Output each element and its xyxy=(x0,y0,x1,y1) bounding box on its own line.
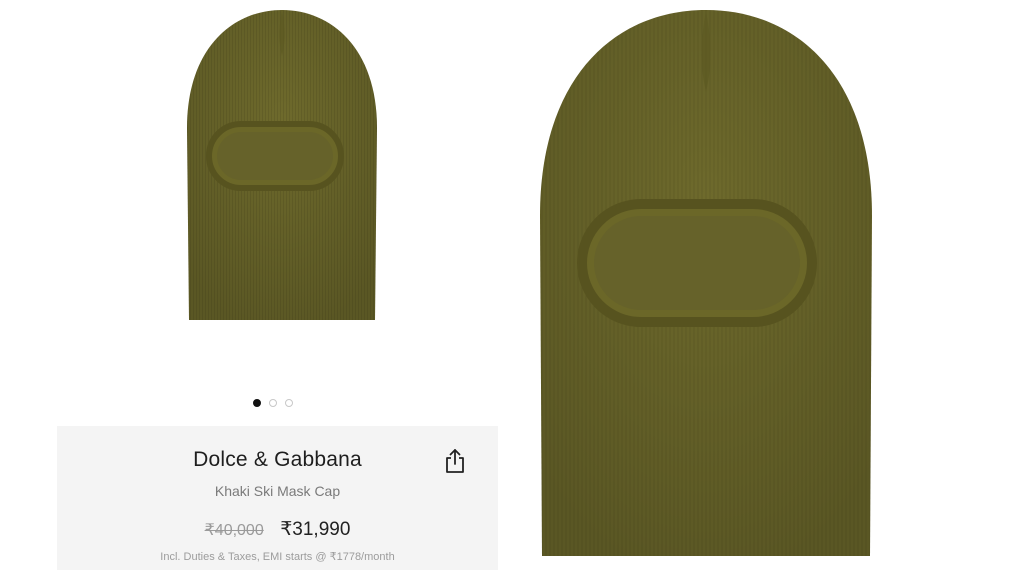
product-name: Khaki Ski Mask Cap xyxy=(214,483,341,499)
product-info-card: Dolce & Gabbana Khaki Ski Mask Cap ₹40,0… xyxy=(57,426,498,570)
product-image-main[interactable] xyxy=(536,6,876,558)
share-button[interactable] xyxy=(442,447,468,475)
original-price: ₹40,000 xyxy=(204,522,264,539)
price-row: ₹40,000 ₹31,990 xyxy=(57,518,498,541)
carousel-dot-2[interactable] xyxy=(269,399,277,407)
share-icon xyxy=(446,449,464,473)
tax-emi-note: Incl. Duties & Taxes, EMI starts @ ₹1778… xyxy=(160,551,395,563)
product-image-thumbnail[interactable] xyxy=(183,8,381,322)
carousel-dot-1[interactable] xyxy=(253,399,261,407)
brand-name[interactable]: Dolce & Gabbana xyxy=(57,448,498,472)
current-price: ₹31,990 xyxy=(280,519,351,540)
carousel-dots xyxy=(253,399,293,407)
carousel-dot-3[interactable] xyxy=(285,399,293,407)
